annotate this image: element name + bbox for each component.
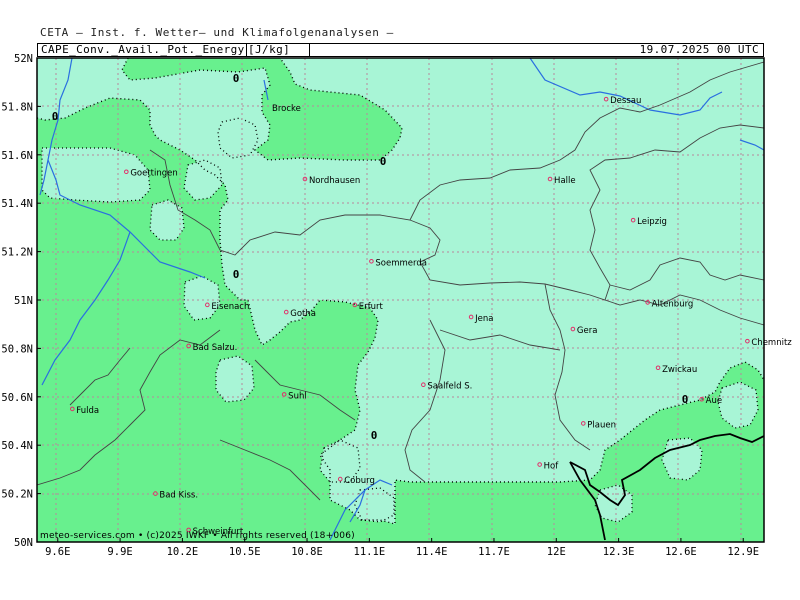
city-label: Bad Salzu. bbox=[193, 343, 238, 353]
lat-tick-label: 51N bbox=[14, 295, 33, 307]
lon-tick-label: 12.9E bbox=[727, 546, 759, 558]
city-label: Altenburg bbox=[652, 299, 694, 309]
lat-axis: 52N 51.8N 51.6N 51.4N 51.2N 51N 50.8N 50.6N 50.4… bbox=[1, 53, 41, 549]
city-label: Dessau bbox=[610, 96, 641, 106]
city-label: Hof bbox=[544, 462, 560, 472]
lat-tick-label: 50.8N bbox=[1, 343, 33, 355]
lat-tick-label: 51.2N bbox=[1, 247, 33, 259]
contour-label: 0 bbox=[380, 155, 387, 168]
lon-tick-label: 11.4E bbox=[416, 546, 448, 558]
city-label: Fulda bbox=[76, 406, 99, 416]
lat-tick-label: 50.6N bbox=[1, 392, 33, 404]
city-label: Halle bbox=[554, 176, 576, 186]
contour-label: 0 bbox=[52, 110, 59, 123]
lat-tick-label: 51.8N bbox=[1, 101, 33, 113]
city-label: Suhl bbox=[288, 391, 307, 401]
lon-tick-label: 9.6E bbox=[45, 546, 70, 558]
lon-tick-label: 11.7E bbox=[478, 546, 510, 558]
lat-tick-label: 51.4N bbox=[1, 198, 33, 210]
lat-tick-label: 52N bbox=[14, 53, 33, 65]
city-label: Jena bbox=[474, 314, 493, 324]
lon-tick-label: 9.9E bbox=[107, 546, 132, 558]
cape-map: 0 0 0 0 0 0 Goettingen Nordhausen Halle Des… bbox=[1, 53, 792, 558]
contour-label: 0 bbox=[233, 268, 240, 281]
city-label: Goettingen bbox=[130, 169, 177, 179]
lat-tick-label: 50N bbox=[14, 537, 33, 549]
city-label: Leipzig bbox=[637, 217, 667, 227]
city-label: Coburg bbox=[344, 476, 375, 486]
lon-tick-label: 11.1E bbox=[354, 546, 386, 558]
city-label: Soemmerda bbox=[375, 258, 427, 268]
city-label: Saalfeld S. bbox=[427, 382, 472, 392]
city-label: Aue bbox=[706, 396, 722, 406]
lat-tick-label: 50.2N bbox=[1, 489, 33, 501]
lon-tick-label: 12.3E bbox=[603, 546, 635, 558]
city-label: Gera bbox=[577, 326, 598, 336]
lon-tick-label: 10.5E bbox=[229, 546, 261, 558]
city-label: Nordhausen bbox=[309, 176, 360, 186]
lon-tick-label: 10.2E bbox=[167, 546, 199, 558]
contour-label: 0 bbox=[371, 429, 378, 442]
city-label: Zwickau bbox=[662, 365, 697, 375]
city-label: Eisenach bbox=[211, 302, 249, 312]
city-label: Bad Kiss. bbox=[159, 491, 198, 501]
lon-tick-label: 10.8E bbox=[291, 546, 323, 558]
city-label: Gotha bbox=[290, 309, 316, 319]
city-label: Chemnitz bbox=[751, 338, 792, 348]
lon-tick-label: 12E bbox=[547, 546, 566, 558]
lon-tick-label: 12.6E bbox=[665, 546, 697, 558]
city-label: Brocke bbox=[272, 104, 301, 114]
city-label: Plauen bbox=[587, 420, 616, 430]
contour-label: 0 bbox=[682, 393, 689, 406]
lat-tick-label: 51.6N bbox=[1, 150, 33, 162]
lat-tick-label: 50.4N bbox=[1, 440, 33, 452]
copyright-footer: meteo-services.com • (c)2025 IWKF • All … bbox=[40, 531, 355, 541]
city-label: Erfurt bbox=[359, 302, 384, 312]
contour-label: 0 bbox=[233, 72, 240, 85]
